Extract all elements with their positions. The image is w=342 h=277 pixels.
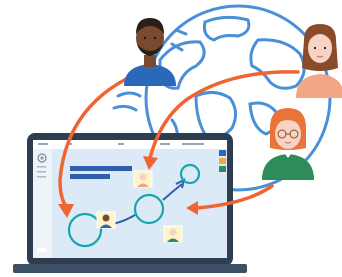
screen-sidebar <box>33 149 52 258</box>
screen-avatar-2 <box>96 211 116 229</box>
screen-title-bar <box>70 166 132 171</box>
collaboration-illustration <box>0 0 342 277</box>
laptop-base <box>13 264 247 273</box>
screen-avatar-3 <box>163 225 183 243</box>
toolbar-icon-green <box>219 166 226 172</box>
toolbar-icon-orange <box>219 158 226 164</box>
illustration-svg <box>13 4 342 273</box>
screen-avatar-1 <box>133 170 153 188</box>
screen-subtitle-bar <box>70 174 110 179</box>
toolbar-icon-blue <box>219 150 226 156</box>
laptop-icon <box>13 133 247 273</box>
